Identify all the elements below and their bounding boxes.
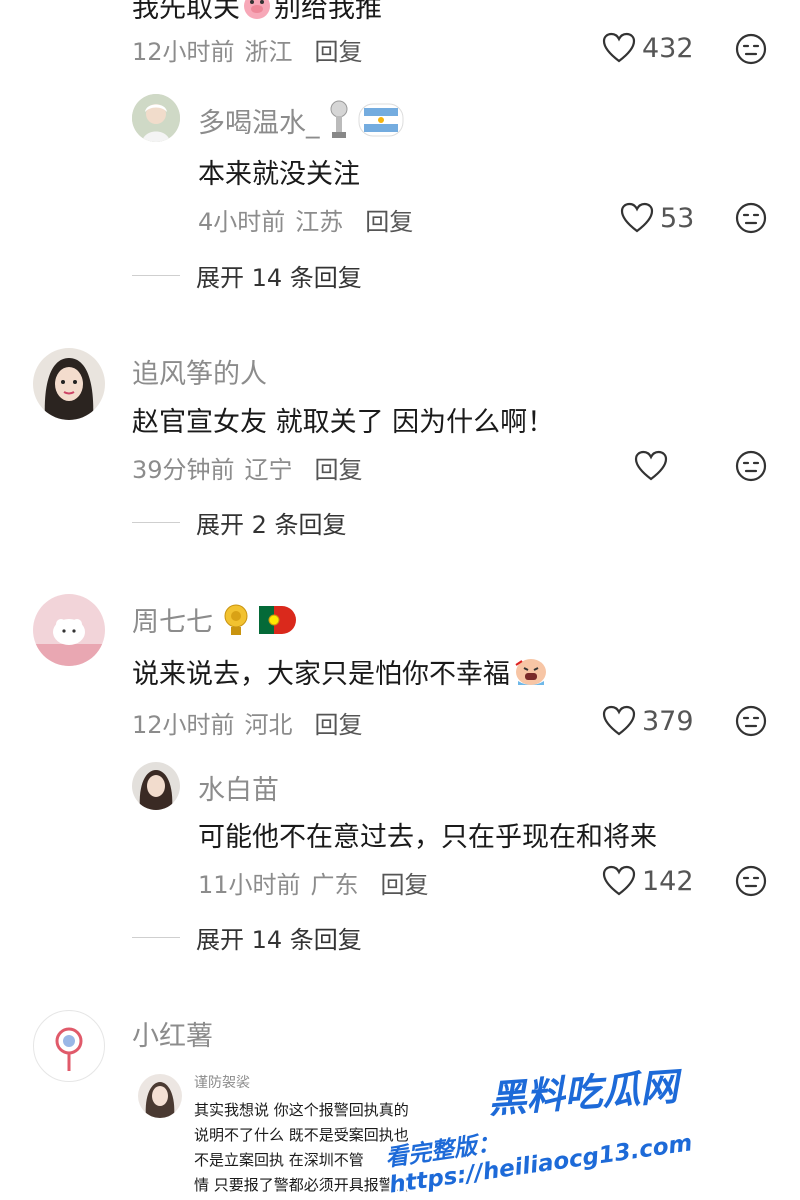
- embedded-line-2: 说明不了什么 既不是受案回执也: [194, 1126, 409, 1144]
- heart-icon: [602, 865, 636, 896]
- comment-2-expand-replies[interactable]: 展开 2 条回复: [132, 505, 347, 540]
- comment-3-reply-button[interactable]: 回复: [315, 705, 363, 740]
- crying-emoji-icon: [512, 655, 550, 689]
- comment-3-dislike-button[interactable]: [735, 705, 767, 741]
- comment-1-text-left: 我先取关: [132, 0, 240, 24]
- comment-2-time: 39分钟前: [132, 456, 235, 484]
- reply-1-text: 本来就没关注: [198, 159, 360, 190]
- reply-1-name-row: 多喝温水_: [198, 100, 404, 140]
- comment-1-location: 浙江: [244, 38, 293, 66]
- embedded-avatar: [138, 1074, 182, 1118]
- embedded-line-3: 不是立案回执 在深圳不管: [194, 1151, 364, 1169]
- pig-emoji-icon: [242, 0, 272, 21]
- comment-1-text: 我先取关 别给我推: [132, 0, 382, 25]
- comment-4-username[interactable]: 小红薯: [132, 1014, 213, 1053]
- portugal-flag-icon: [259, 605, 297, 635]
- comment-2-location: 辽宁: [244, 456, 293, 484]
- comment-2-expand-label: 展开 2 条回复: [196, 511, 347, 539]
- comment-2-meta: 39分钟前 辽宁 回复: [132, 450, 363, 485]
- heart-icon: [602, 32, 636, 63]
- trophy-icon: [328, 100, 350, 140]
- golden-ball-icon: [219, 602, 253, 638]
- reply-3-reply-button[interactable]: 回复: [381, 865, 429, 900]
- reply-3-avatar[interactable]: [132, 762, 180, 810]
- comment-3-text: 说来说去，大家只是怕你不幸福: [132, 659, 510, 690]
- reply-1-dislike-button[interactable]: [735, 202, 767, 238]
- neutral-face-icon: [735, 202, 767, 234]
- reply-1-username[interactable]: 多喝温水_: [198, 101, 320, 140]
- reply-1-avatar[interactable]: [132, 94, 180, 142]
- comment-3-meta: 12小时前 河北 回复: [132, 705, 363, 740]
- heart-icon: [634, 450, 668, 481]
- reply-3-like-count: 142: [642, 865, 694, 897]
- comment-1-expand-label: 展开 14 条回复: [196, 264, 362, 292]
- reply-1-reply-button[interactable]: 回复: [365, 202, 413, 237]
- reply-1-meta: 4小时前 江苏 回复: [198, 202, 413, 237]
- comment-2-dislike-button[interactable]: [735, 450, 767, 486]
- comment-2-reply-button[interactable]: 回复: [315, 450, 363, 485]
- comment-3-username[interactable]: 周七七: [132, 600, 213, 639]
- comment-1-like-count: 432: [642, 32, 694, 64]
- comment-3-expand-replies[interactable]: 展开 14 条回复: [132, 920, 362, 955]
- comment-4-avatar[interactable]: [33, 1010, 105, 1082]
- reply-3-meta: 11小时前 广东 回复: [198, 865, 429, 900]
- comment-3-location: 河北: [244, 711, 293, 739]
- comment-3-avatar[interactable]: [33, 594, 105, 666]
- comment-2-avatar[interactable]: [33, 348, 105, 420]
- reply-3-like-button[interactable]: 142: [602, 865, 694, 897]
- comment-3-text-row: 说来说去，大家只是怕你不幸福: [132, 652, 550, 691]
- heart-icon: [620, 202, 654, 233]
- comment-1-dislike-button[interactable]: [735, 33, 767, 69]
- comment-2-username[interactable]: 追风筝的人: [132, 352, 267, 391]
- comment-1-reply-button[interactable]: 回复: [315, 32, 363, 67]
- argentina-flag-icon: [358, 103, 404, 137]
- heart-icon: [602, 705, 636, 736]
- reply-3-username[interactable]: 水白苗: [198, 768, 279, 807]
- reply-3-time: 11小时前: [198, 871, 301, 899]
- divider: [132, 275, 180, 276]
- neutral-face-icon: [735, 865, 767, 897]
- comment-2-like-button[interactable]: [634, 450, 674, 482]
- reply-3-location: 广东: [310, 871, 359, 899]
- comment-3-expand-label: 展开 14 条回复: [196, 926, 362, 954]
- neutral-face-icon: [735, 450, 767, 482]
- comment-3-name-row: 周七七: [132, 600, 297, 639]
- comment-1-like-button[interactable]: 432: [602, 32, 694, 64]
- divider: [132, 937, 180, 938]
- comment-1-expand-replies[interactable]: 展开 14 条回复: [132, 258, 362, 293]
- comment-3-like-count: 379: [642, 705, 694, 737]
- reply-1-like-button[interactable]: 53: [620, 202, 694, 234]
- embedded-line-4: 情 只要报了警都必须开具报警回: [194, 1176, 409, 1194]
- neutral-face-icon: [735, 705, 767, 737]
- embedded-line-1: 其实我想说 你这个报警回执真的: [194, 1101, 409, 1119]
- comment-1-meta: 12小时前 浙江 回复: [132, 32, 363, 67]
- comment-1-text-right: 别给我推: [274, 0, 382, 24]
- embedded-username: 谨防袈裟: [194, 1075, 250, 1091]
- comment-1-time: 12小时前: [132, 38, 235, 66]
- neutral-face-icon: [735, 33, 767, 65]
- comment-2-text: 赵官宣女友 就取关了 因为什么啊！: [132, 407, 555, 438]
- reply-1-location: 江苏: [295, 208, 344, 236]
- divider: [132, 522, 180, 523]
- reply-3-text: 可能他不在意过去，只在乎现在和将来: [198, 822, 657, 853]
- reply-1-like-count: 53: [660, 202, 695, 234]
- reply-1-time: 4小时前: [198, 208, 286, 236]
- reply-3-dislike-button[interactable]: [735, 865, 767, 901]
- comment-3-time: 12小时前: [132, 711, 235, 739]
- comment-3-like-button[interactable]: 379: [602, 705, 694, 737]
